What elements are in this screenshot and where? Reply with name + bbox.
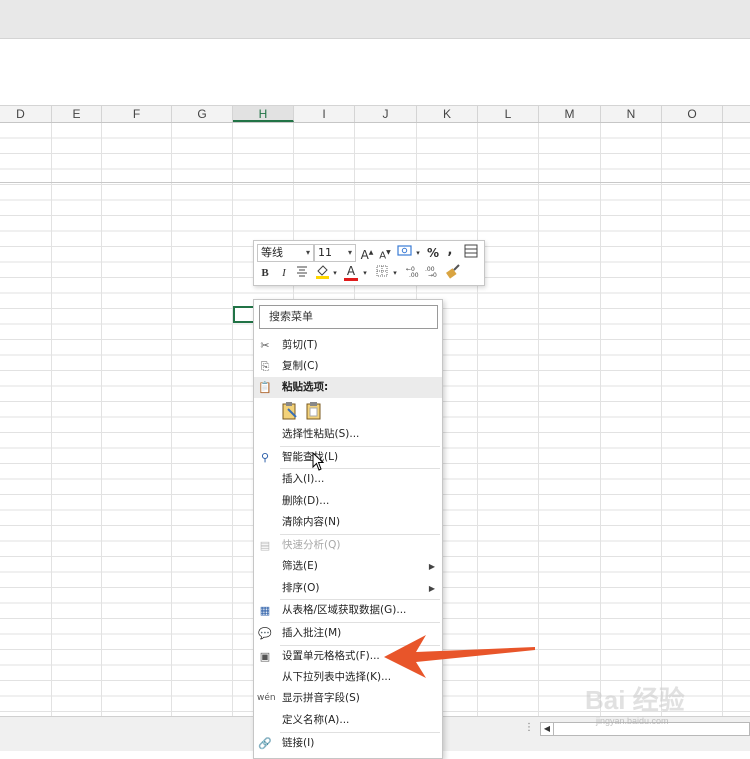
column-header-m[interactable]: M [539, 106, 601, 122]
bold-button[interactable]: B [259, 265, 271, 281]
chevron-down-icon[interactable]: ▾ [331, 265, 339, 281]
column-header-e[interactable]: E [52, 106, 102, 122]
grow-font-button[interactable]: A▲ [360, 245, 374, 262]
column-header-i[interactable]: I [294, 106, 355, 122]
borders-button[interactable] [375, 265, 389, 281]
ribbon-strip [0, 0, 750, 39]
sheet-tab-split-handle[interactable]: ⋮ [524, 722, 534, 733]
italic-button[interactable]: I [278, 265, 290, 281]
format-painter-table-button[interactable] [463, 244, 479, 260]
copy-icon: ⎘ [260, 360, 270, 373]
chevron-right-icon: ▶ [428, 584, 435, 593]
formula-bar-area [0, 39, 750, 106]
scroll-left-icon[interactable]: ◀ [541, 723, 554, 735]
quick-analysis-icon: ▤ [259, 539, 271, 552]
paste-format-icon [282, 402, 297, 420]
column-header-l[interactable]: L [478, 106, 539, 122]
border-grid-icon [376, 265, 388, 277]
column-header-j[interactable]: J [355, 106, 417, 122]
chevron-down-icon[interactable]: ▾ [361, 265, 369, 281]
clipboard-icon: 📋 [258, 381, 272, 394]
column-header-d[interactable]: D [0, 106, 52, 122]
comma-style-button[interactable]: , [444, 243, 456, 259]
menu-item-clear-contents[interactable]: 清除内容(N) [254, 512, 442, 533]
paint-bucket-icon [315, 265, 329, 279]
menu-search-input[interactable]: 搜索菜单 [259, 305, 438, 329]
increase-decimal-button[interactable]: ←0.00 [405, 264, 421, 280]
phonetic-icon: wén [257, 693, 276, 703]
menu-item-filter[interactable]: 筛选(E) ▶ [254, 556, 442, 577]
format-painter-button[interactable] [445, 264, 461, 280]
align-center-button[interactable] [295, 265, 309, 281]
svg-text:→0: →0 [428, 272, 437, 278]
number-format-button[interactable] [395, 244, 413, 260]
shrink-font-button[interactable]: A▼ [378, 245, 392, 261]
annotation-arrow-icon [384, 635, 535, 678]
increase-decimal-icon: ←0.00 [406, 266, 419, 279]
paste-button[interactable] [305, 401, 321, 420]
column-header-f[interactable]: F [102, 106, 172, 122]
paste-clipboard-icon [306, 402, 321, 420]
menu-item-copy[interactable]: ⎘ 复制(C) [254, 356, 442, 377]
column-header-g[interactable]: G [172, 106, 233, 122]
context-menu: 搜索菜单 ✂ 剪切(T) ⎘ 复制(C) 📋 粘贴选项: 选择性粘贴(S)...… [253, 299, 443, 759]
chevron-down-icon[interactable]: ▾ [414, 245, 422, 261]
menu-item-link[interactable]: 🔗 链接(I) [254, 733, 442, 754]
mouse-pointer-icon [312, 452, 325, 471]
fill-color-button[interactable] [314, 264, 330, 280]
table-format-icon [464, 244, 478, 258]
menu-item-paste-special[interactable]: 选择性粘贴(S)... [254, 424, 442, 445]
menu-item-insert[interactable]: 插入(I)... [254, 469, 442, 490]
paste-with-format-button[interactable] [281, 401, 297, 420]
menu-item-delete[interactable]: 删除(D)... [254, 491, 442, 512]
link-icon: 🔗 [258, 737, 272, 750]
font-size-select[interactable]: 11 ▾ [314, 244, 356, 262]
column-header-k[interactable]: K [417, 106, 478, 122]
chevron-down-icon: ▾ [347, 248, 352, 257]
brush-icon [445, 264, 460, 279]
column-header-h[interactable]: H [233, 106, 294, 122]
svg-text:.00: .00 [409, 272, 419, 278]
font-color-button[interactable]: A [344, 263, 358, 281]
column-header-o[interactable]: O [662, 106, 723, 122]
mini-toolbar: 等线 ▾ 11 ▾ A▲ A▼ ▾ % , B I ▾ A ▾ ▾ ←0.00 … [253, 240, 485, 286]
column-header-n[interactable]: N [601, 106, 662, 122]
menu-item-show-phonetic[interactable]: wén 显示拼音字段(S) [254, 688, 442, 709]
align-center-icon [297, 266, 307, 277]
menu-item-quick-analysis: ▤ 快速分析(Q) [254, 535, 442, 556]
format-cells-icon: ▣ [259, 650, 271, 663]
smart-lookup-icon: ⚲ [260, 451, 270, 464]
menu-item-get-data-from-table[interactable]: ▦ 从表格/区域获取数据(G)... [254, 600, 442, 621]
comment-icon: 💬 [258, 627, 272, 640]
scissors-icon: ✂ [260, 339, 270, 352]
menu-item-paste-options: 📋 粘贴选项: [254, 377, 442, 398]
watermark-logo: Bai 经验 [585, 685, 685, 715]
font-name-select[interactable]: 等线 ▾ [257, 244, 314, 262]
menu-item-define-name[interactable]: 定义名称(A)... [254, 710, 442, 731]
decrease-decimal-icon: .00→0 [425, 266, 437, 279]
font-name-value: 等线 [261, 246, 283, 259]
chevron-down-icon: ▾ [305, 248, 310, 257]
menu-item-cut[interactable]: ✂ 剪切(T) [254, 335, 442, 356]
decrease-decimal-button[interactable]: .00 →0 [424, 264, 440, 280]
chevron-right-icon: ▶ [428, 562, 435, 571]
menu-item-smart-lookup[interactable]: ⚲ 智能查找(L) [254, 447, 442, 468]
chevron-down-icon[interactable]: ▾ [391, 265, 399, 281]
percent-style-button[interactable]: % [426, 245, 440, 261]
menu-item-sort[interactable]: 排序(O) ▶ [254, 578, 442, 599]
currency-format-icon [396, 245, 412, 256]
freeze-pane-line [0, 182, 750, 183]
watermark-url: jingyan.baidu.com [596, 716, 669, 726]
font-size-value: 11 [318, 246, 332, 259]
table-icon: ▦ [259, 604, 271, 617]
column-headers: D E F G H I J K L M N O [0, 106, 750, 123]
